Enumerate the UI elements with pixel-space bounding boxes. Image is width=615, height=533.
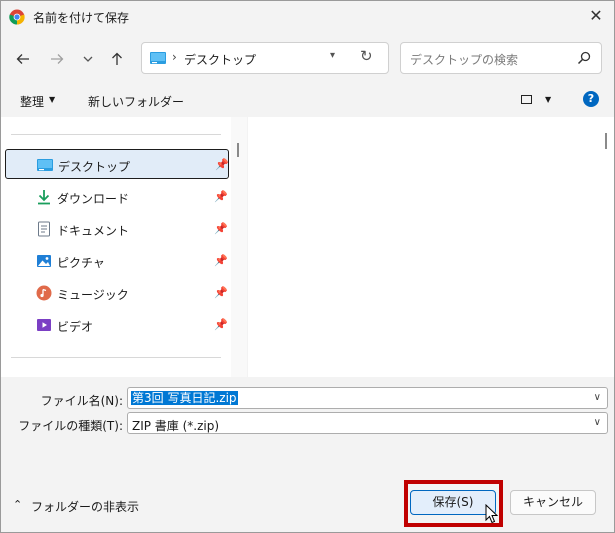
sidebar-item-label: ミュージック: [57, 288, 129, 302]
arrow-up-icon: [112, 52, 122, 65]
nav-divider: [11, 134, 221, 135]
view-caret-icon[interactable]: ▼: [545, 95, 551, 104]
chevron-up-icon[interactable]: ⌃: [13, 498, 22, 511]
window-title: 名前を付けて保存: [33, 11, 130, 25]
address-bar[interactable]: › デスクトップ ▾ ↻: [141, 42, 389, 74]
scrollbar-thumb[interactable]: [605, 133, 607, 149]
sidebar-item-label: ダウンロード: [57, 192, 130, 206]
quick-access-list: デスクトップ 📌 ダウンロード 📌 ドキュメント 📌 ピクチャ 📌 ミュージック…: [1, 117, 231, 377]
recent-locations-button[interactable]: [76, 47, 100, 71]
organize-caret-icon: ▼: [49, 95, 56, 104]
filetype-label: ファイルの種類(T):: [18, 419, 123, 433]
toolbar: 整理 ▼ 新しいフォルダー ▼ ?: [1, 87, 614, 115]
save-as-dialog: 名前を付けて保存 ✕ › デスクトップ ▾ ↻ デスクトップの検索 整理 ▼ 新…: [0, 0, 615, 533]
sidebar-item-label: ビデオ: [57, 320, 94, 334]
chrome-app-icon: [9, 9, 25, 25]
hide-folders-button[interactable]: フォルダーの非表示: [31, 498, 139, 515]
filename-value[interactable]: 第3回 写真日記.zip: [131, 391, 238, 405]
sidebar-item-documents[interactable]: ドキュメント 📌: [5, 214, 229, 244]
close-button[interactable]: ✕: [584, 5, 608, 29]
help-button[interactable]: ?: [583, 91, 599, 107]
search-icon: [577, 51, 591, 65]
download-icon: [38, 190, 50, 205]
mouse-cursor-icon: [485, 504, 499, 524]
pin-icon: 📌: [214, 222, 228, 235]
address-dropdown-icon[interactable]: ▾: [330, 50, 335, 61]
breadcrumb-separator: ›: [172, 50, 177, 64]
back-button[interactable]: [11, 47, 35, 71]
close-icon: ✕: [589, 6, 603, 25]
chevron-down-icon[interactable]: ∨: [594, 417, 601, 428]
sidebar-item-label: デスクトップ: [58, 160, 131, 174]
up-button[interactable]: [105, 47, 129, 71]
sidebar-item-label: ドキュメント: [57, 224, 130, 238]
pin-icon: 📌: [214, 318, 228, 331]
sidebar-item-music[interactable]: ミュージック 📌: [5, 278, 229, 308]
navigation-pane: デスクトップ 📌 ダウンロード 📌 ドキュメント 📌 ピクチャ 📌 ミュージック…: [1, 117, 247, 377]
new-folder-button[interactable]: 新しいフォルダー: [88, 93, 184, 110]
sidebar-item-label: ピクチャ: [57, 256, 105, 270]
filename-input[interactable]: 第3回 写真日記.zip ∨: [127, 387, 608, 409]
content-scrollbar[interactable]: [600, 117, 614, 377]
video-icon: [37, 319, 51, 331]
sidebar-item-downloads[interactable]: ダウンロード 📌: [5, 182, 229, 212]
pictures-icon: [37, 255, 51, 267]
cancel-button[interactable]: キャンセル: [510, 490, 596, 515]
forward-button[interactable]: [45, 47, 69, 71]
desktop-icon: [37, 159, 53, 171]
scrollbar-thumb[interactable]: [237, 143, 239, 157]
sidebar-item-videos[interactable]: ビデオ 📌: [5, 310, 229, 340]
search-placeholder: デスクトップの検索: [410, 53, 519, 67]
save-button[interactable]: 保存(S): [410, 490, 496, 515]
pin-icon: 📌: [214, 286, 228, 299]
file-list-pane[interactable]: [248, 117, 614, 377]
filename-label: ファイル名(N):: [40, 394, 123, 408]
chevron-down-icon: [83, 56, 93, 62]
filetype-select[interactable]: ZIP 書庫 (*.zip) ∨: [127, 412, 608, 434]
navigation-scrollbar[interactable]: [231, 117, 247, 377]
view-options-icon[interactable]: [521, 95, 532, 104]
pin-icon: 📌: [214, 254, 228, 267]
chevron-down-icon[interactable]: ∨: [594, 392, 601, 403]
sidebar-item-desktop[interactable]: デスクトップ 📌: [5, 149, 229, 179]
breadcrumb-location[interactable]: デスクトップ: [184, 51, 256, 68]
pin-icon: 📌: [215, 158, 229, 171]
nav-divider: [11, 357, 221, 358]
search-input[interactable]: デスクトップの検索: [400, 42, 602, 74]
filetype-value: ZIP 書庫 (*.zip): [132, 419, 220, 433]
sidebar-item-pictures[interactable]: ピクチャ 📌: [5, 246, 229, 276]
organize-button[interactable]: 整理: [20, 93, 44, 110]
pin-icon: 📌: [214, 190, 228, 203]
refresh-icon[interactable]: ↻: [360, 47, 373, 65]
document-icon: [38, 221, 50, 237]
music-icon: [36, 285, 52, 301]
desktop-icon: [150, 52, 166, 64]
arrow-right-icon: [51, 54, 64, 64]
title-bar: 名前を付けて保存 ✕: [1, 1, 614, 33]
arrow-left-icon: [16, 54, 29, 64]
